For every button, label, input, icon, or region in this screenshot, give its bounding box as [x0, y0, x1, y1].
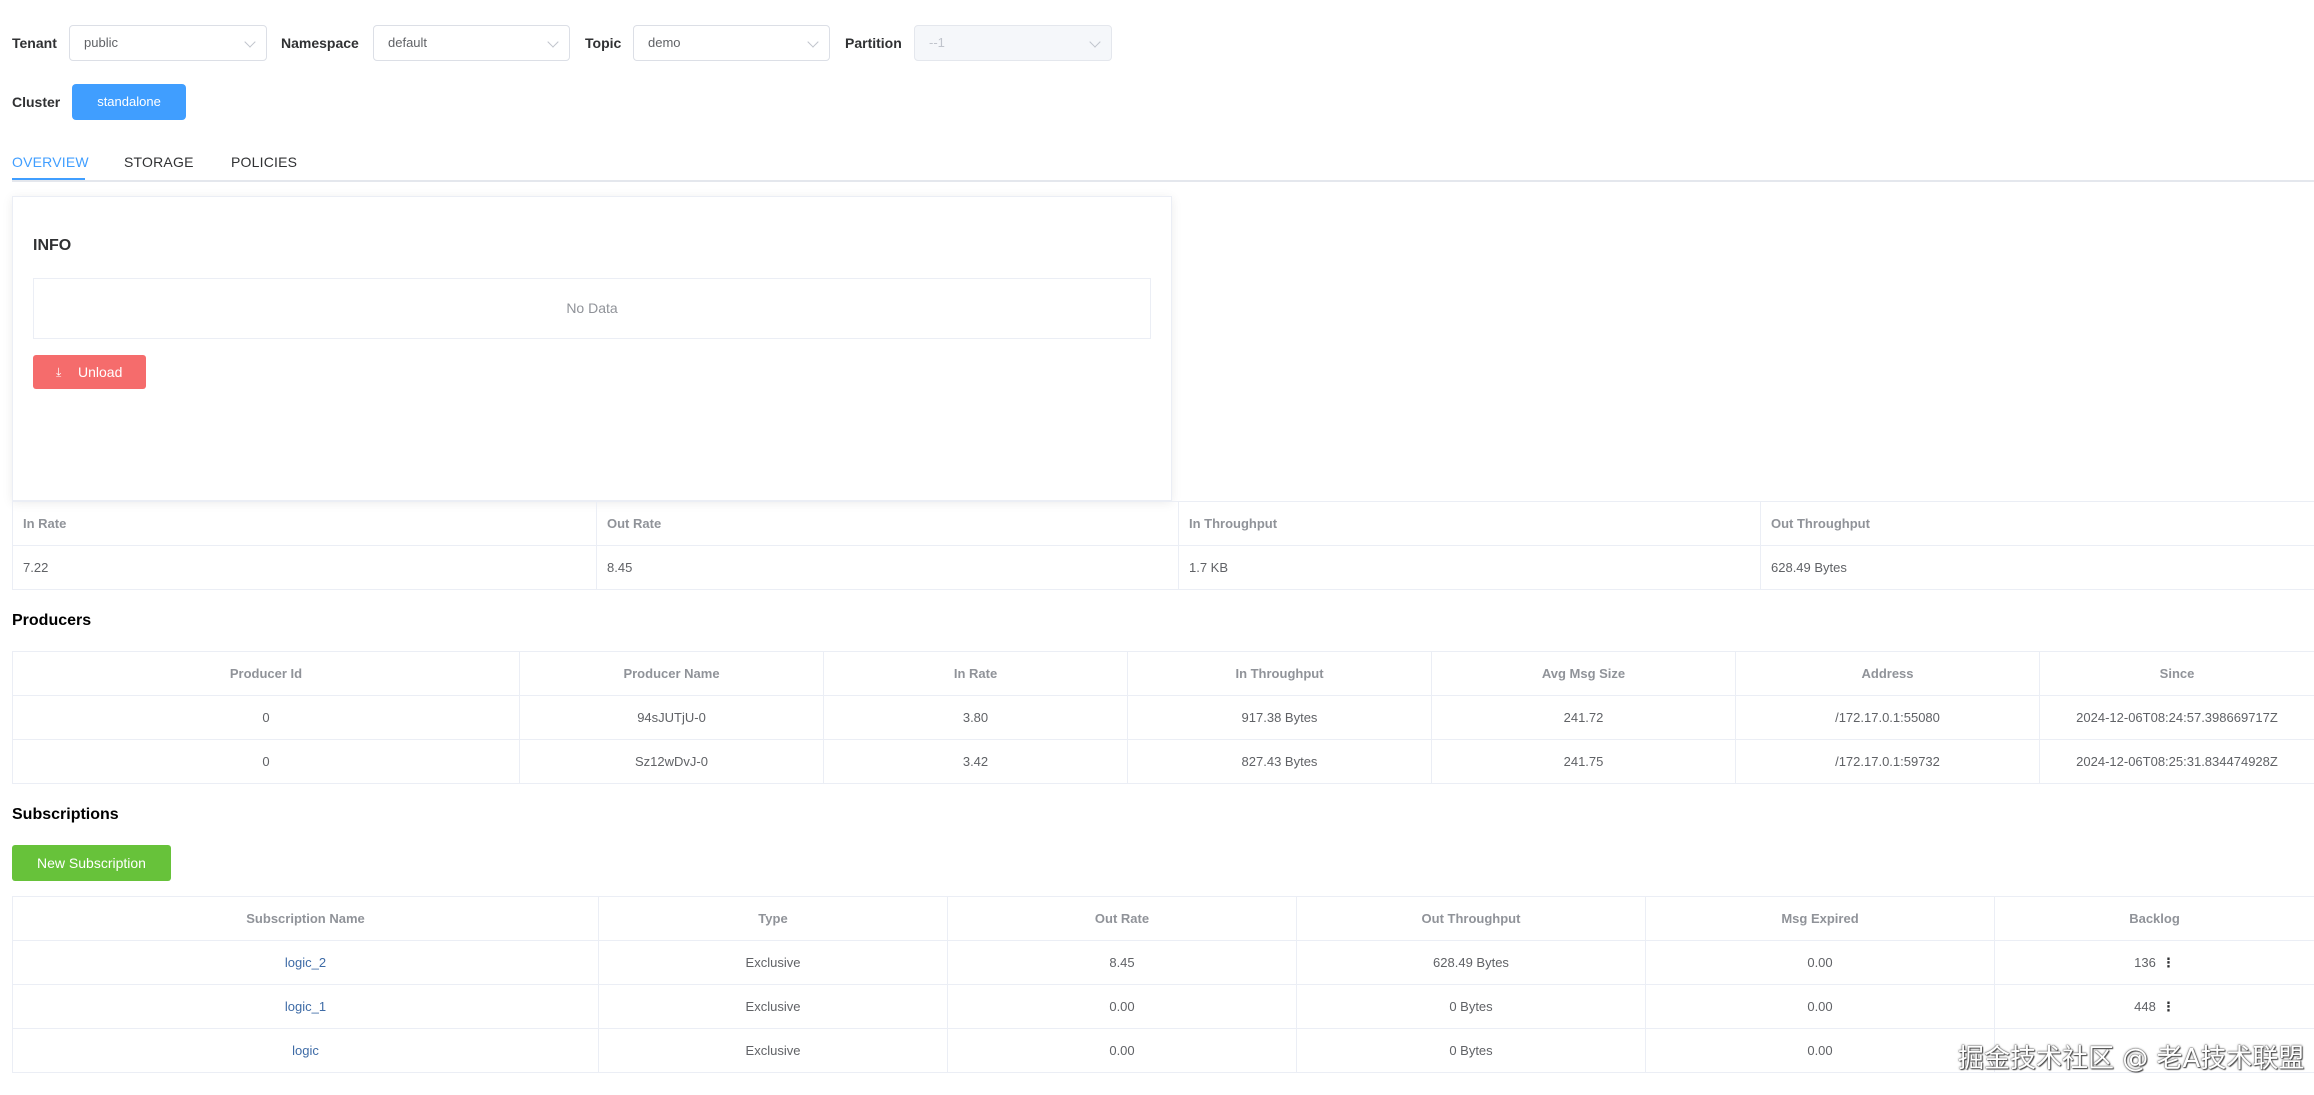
producer-address: /172.17.0.1:59732: [1735, 739, 2040, 784]
column-header: Subscription Name: [12, 896, 599, 941]
subscriptions-header-row: Subscription Name Type Out Rate Out Thro…: [12, 896, 2314, 941]
subscription-backlog: 136: [2134, 954, 2156, 970]
producer-since: 2024-12-06T08:25:31.834474928Z: [2039, 739, 2314, 784]
namespace-select[interactable]: default: [373, 25, 570, 61]
active-tab-indicator: [12, 178, 85, 180]
partition-select[interactable]: --1: [914, 25, 1112, 61]
producer-in-throughput: 827.43 Bytes: [1127, 739, 1432, 784]
tab-overview[interactable]: OVERVIEW: [12, 152, 89, 172]
subscription-backlog-cell: 136 ⋮: [1994, 940, 2314, 985]
download-icon: ⤓: [56, 365, 62, 379]
stats-value: 1.7 KB: [1178, 545, 1761, 590]
table-row: logic_2 Exclusive 8.45 628.49 Bytes 0.00…: [12, 940, 2314, 985]
partition-select-value: --1: [929, 35, 945, 50]
table-row: 0 94sJUTjU-0 3.80 917.38 Bytes 241.72 /1…: [12, 695, 2314, 740]
subscription-backlog: 448: [2134, 998, 2156, 1014]
topic-stats-table: In Rate Out Rate In Throughput Out Throu…: [12, 501, 2314, 590]
producer-since: 2024-12-06T08:24:57.398669717Z: [2039, 695, 2314, 740]
subscription-type: Exclusive: [598, 984, 948, 1029]
namespace-select-value: default: [388, 35, 428, 50]
table-row: 0 Sz12wDvJ-0 3.42 827.43 Bytes 241.75 /1…: [12, 739, 2314, 784]
subscription-out-rate: 0.00: [947, 1028, 1297, 1073]
stats-value: 8.45: [596, 545, 1179, 590]
topic-label: Topic: [585, 35, 622, 51]
subscription-out-rate: 0.00: [947, 984, 1297, 1029]
stats-header: In Throughput: [1178, 501, 1761, 546]
unload-label: Unload: [78, 364, 123, 380]
column-header: Since: [2039, 651, 2314, 696]
column-header: Producer Id: [12, 651, 520, 696]
partition-label: Partition: [845, 35, 902, 51]
producer-in-throughput: 917.38 Bytes: [1127, 695, 1432, 740]
subscription-name-link[interactable]: logic_2: [285, 955, 326, 970]
column-header: Backlog: [1994, 896, 2314, 941]
subscription-out-throughput: 628.49 Bytes: [1296, 940, 1646, 985]
stats-value: 7.22: [12, 545, 597, 590]
subscription-out-rate: 8.45: [947, 940, 1297, 985]
stats-value-row: 7.22 8.45 1.7 KB 628.49 Bytes: [12, 545, 2314, 590]
producer-avg-msg-size: 241.72: [1431, 695, 1736, 740]
column-header: Msg Expired: [1645, 896, 1995, 941]
subscription-name-link[interactable]: logic_1: [285, 999, 326, 1014]
tenant-label: Tenant: [12, 35, 57, 51]
producers-table: Producer Id Producer Name In Rate In Thr…: [12, 651, 2314, 784]
column-header: Address: [1735, 651, 2040, 696]
stats-header: Out Rate: [596, 501, 1179, 546]
info-card: INFO No Data ⤓ Unload: [12, 196, 1172, 501]
stats-header: In Rate: [12, 501, 597, 546]
column-header: In Rate: [823, 651, 1128, 696]
producer-id: 0: [12, 695, 520, 740]
watermark: 掘金技术社区 @ 老A技术联盟: [1958, 1044, 2305, 1074]
chevron-down-icon: [1089, 36, 1101, 48]
producer-avg-msg-size: 241.75: [1431, 739, 1736, 784]
cluster-standalone-button[interactable]: standalone: [72, 84, 186, 120]
table-row: logic_1 Exclusive 0.00 0 Bytes 0.00 448 ⋮: [12, 984, 2314, 1029]
namespace-label: Namespace: [281, 35, 359, 51]
new-subscription-button[interactable]: New Subscription: [12, 845, 171, 881]
subscriptions-title: Subscriptions: [12, 806, 119, 823]
column-header: Out Rate: [947, 896, 1297, 941]
subscription-msg-expired: 0.00: [1645, 940, 1995, 985]
subscription-name-link[interactable]: logic: [292, 1043, 319, 1058]
tab-storage[interactable]: STORAGE: [124, 152, 194, 172]
producer-name: 94sJUTjU-0: [519, 695, 824, 740]
subscription-out-throughput: 0 Bytes: [1296, 1028, 1646, 1073]
chevron-down-icon: [244, 36, 256, 48]
cluster-label: Cluster: [12, 94, 61, 110]
subscription-backlog-cell: 448 ⋮: [1994, 984, 2314, 1029]
producer-in-rate: 3.80: [823, 695, 1128, 740]
tenant-select[interactable]: public: [69, 25, 267, 61]
tab-bar: OVERVIEW STORAGE POLICIES: [12, 146, 2314, 182]
info-empty-table: No Data: [33, 278, 1151, 339]
tab-policies[interactable]: POLICIES: [231, 152, 297, 172]
subscription-out-throughput: 0 Bytes: [1296, 984, 1646, 1029]
subscription-msg-expired: 0.00: [1645, 1028, 1995, 1073]
column-header: Producer Name: [519, 651, 824, 696]
topic-select[interactable]: demo: [633, 25, 830, 61]
chevron-down-icon: [547, 36, 559, 48]
subscription-type: Exclusive: [598, 940, 948, 985]
column-header: Out Throughput: [1296, 896, 1646, 941]
column-header: Type: [598, 896, 948, 941]
producers-title: Producers: [12, 612, 92, 629]
column-header: In Throughput: [1127, 651, 1432, 696]
stats-header: Out Throughput: [1760, 501, 2314, 546]
column-header: Avg Msg Size: [1431, 651, 1736, 696]
info-title: INFO: [33, 237, 72, 254]
subscription-msg-expired: 0.00: [1645, 984, 1995, 1029]
topic-select-value: demo: [648, 35, 681, 50]
stats-header-row: In Rate Out Rate In Throughput Out Throu…: [12, 501, 2314, 546]
chevron-down-icon: [807, 36, 819, 48]
producer-id: 0: [12, 739, 520, 784]
unload-button[interactable]: ⤓ Unload: [33, 355, 146, 389]
stats-value: 628.49 Bytes: [1760, 545, 2314, 590]
producer-in-rate: 3.42: [823, 739, 1128, 784]
more-vertical-icon[interactable]: ⋮: [2162, 999, 2175, 1015]
producer-name: Sz12wDvJ-0: [519, 739, 824, 784]
more-vertical-icon[interactable]: ⋮: [2162, 955, 2175, 971]
producer-address: /172.17.0.1:55080: [1735, 695, 2040, 740]
subscription-type: Exclusive: [598, 1028, 948, 1073]
tenant-select-value: public: [84, 35, 118, 50]
producers-header-row: Producer Id Producer Name In Rate In Thr…: [12, 651, 2314, 696]
